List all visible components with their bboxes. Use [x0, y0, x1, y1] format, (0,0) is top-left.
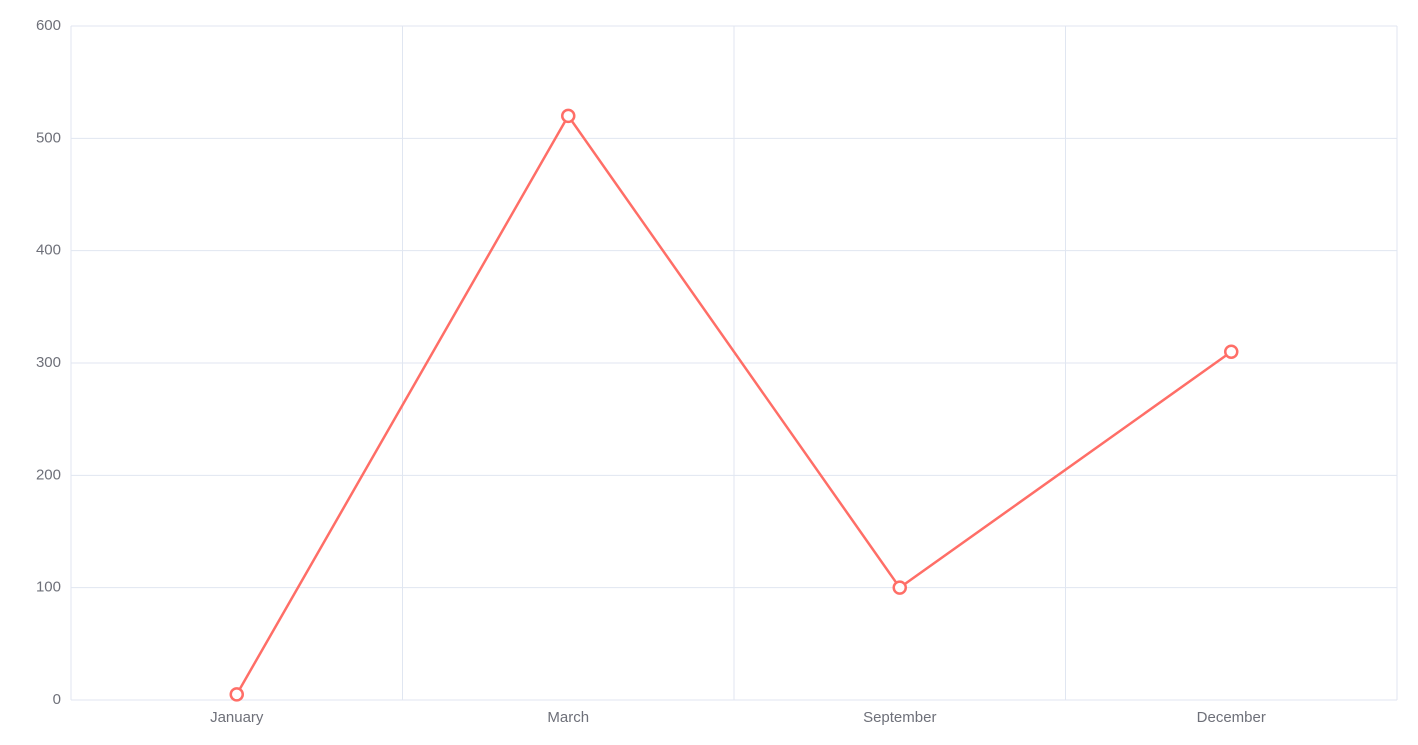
- data-point[interactable]: [562, 110, 574, 122]
- line-chart: 0 100 200 300 400 500 600 January March September…: [0, 0, 1418, 745]
- data-point[interactable]: [231, 688, 243, 700]
- x-tick-label: September: [863, 709, 936, 726]
- y-tick-label: 0: [53, 691, 61, 708]
- y-tick-label: 200: [36, 466, 61, 483]
- x-tick-label: January: [210, 709, 264, 726]
- data-point[interactable]: [894, 582, 906, 594]
- y-tick-label: 300: [36, 354, 61, 371]
- y-tick-label: 100: [36, 579, 61, 596]
- data-point[interactable]: [1225, 346, 1237, 358]
- x-tick-label: December: [1197, 709, 1266, 726]
- chart-svg: 0 100 200 300 400 500 600 January March September…: [0, 0, 1418, 745]
- y-tick-label: 600: [36, 17, 61, 34]
- y-tick-label: 400: [36, 242, 61, 259]
- x-tick-label: March: [547, 709, 589, 726]
- y-tick-label: 500: [36, 129, 61, 146]
